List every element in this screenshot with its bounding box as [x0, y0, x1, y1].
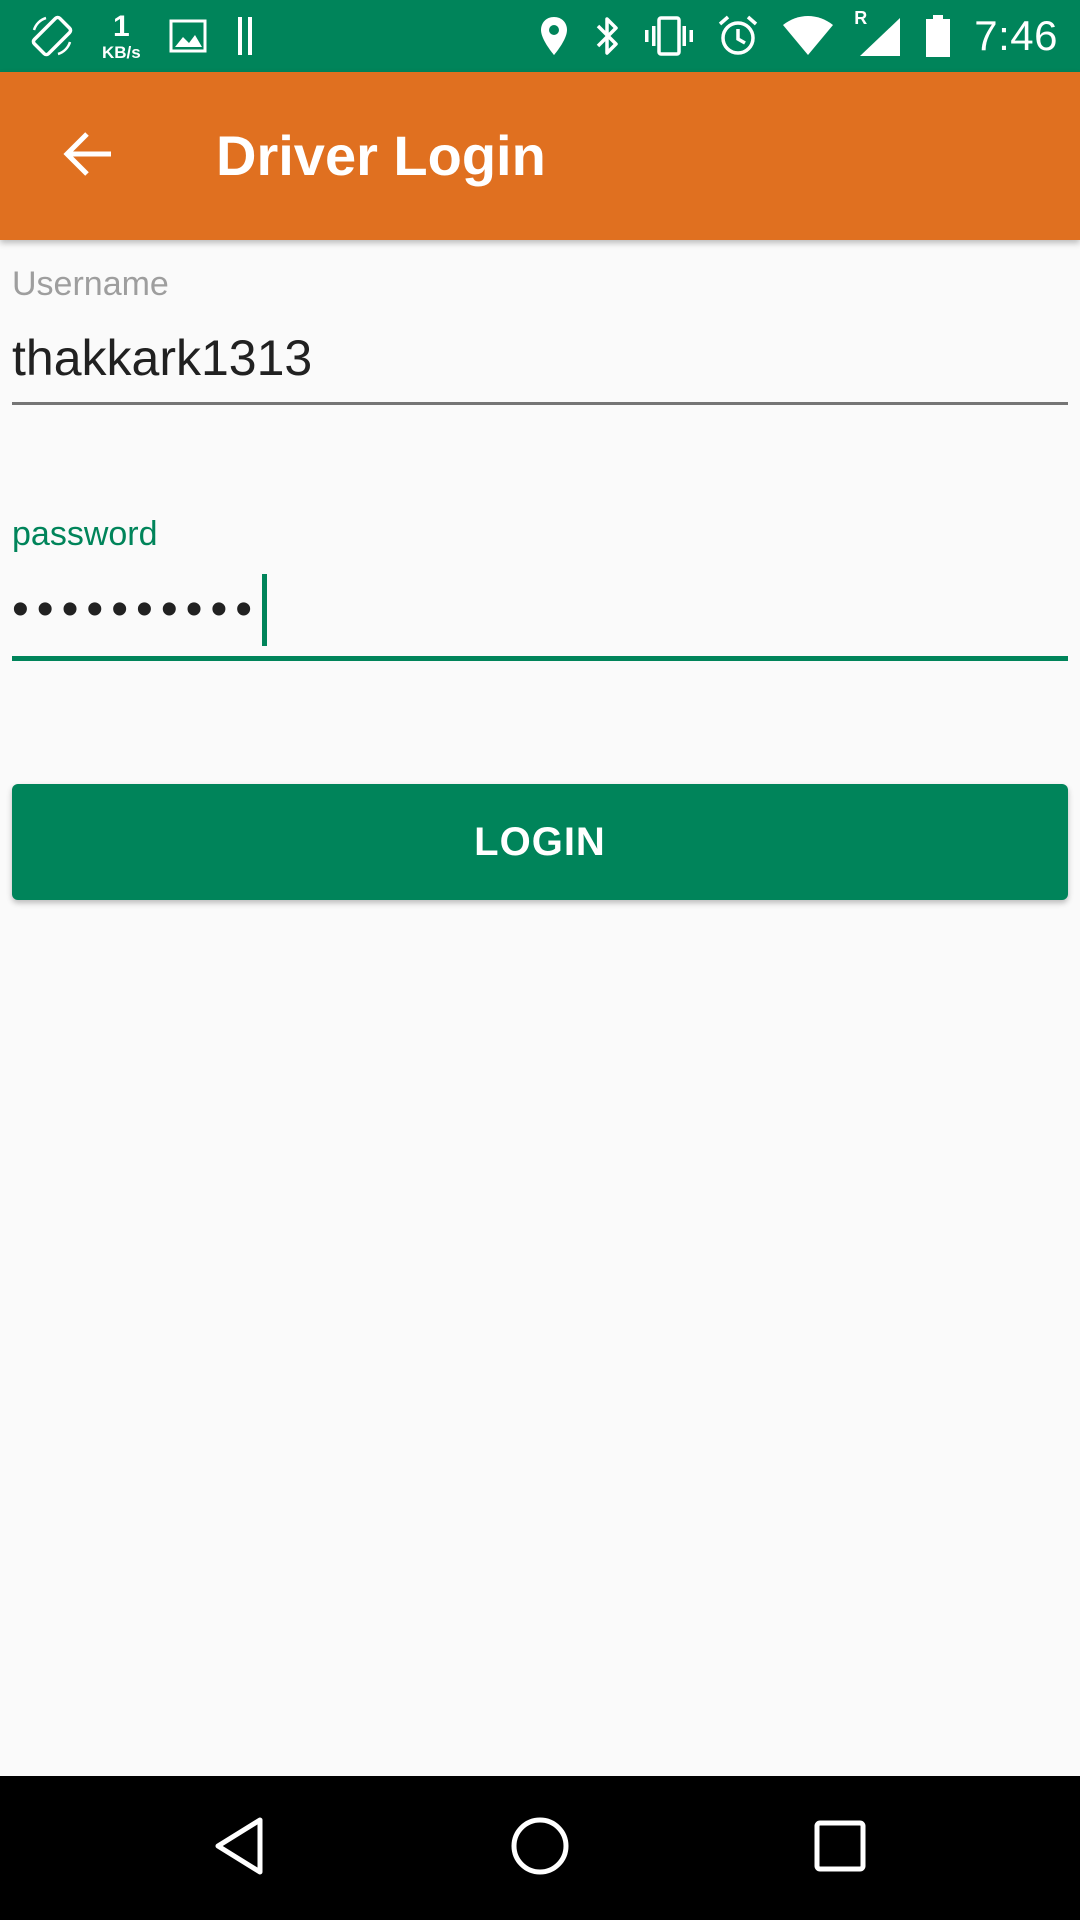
username-field: Username [12, 262, 1068, 405]
image-icon [169, 19, 207, 53]
battery-icon [924, 14, 952, 58]
login-screen: 1 KB/s R 7:46 Driver Login Username thak… [0, 0, 1080, 1920]
network-speed-unit: KB/s [102, 42, 141, 62]
password-masked-value: •••••••••• [12, 583, 261, 636]
wifi-icon [782, 15, 834, 57]
app-bar: Driver Login [0, 72, 1080, 240]
status-bar: 1 KB/s R 7:46 [0, 0, 1080, 72]
navigation-bar [0, 1776, 1080, 1920]
status-bar-right: R 7:46 [538, 0, 1058, 72]
username-input[interactable] [12, 322, 1068, 394]
bluetooth-icon [592, 15, 622, 57]
network-speed-value: 1 [113, 9, 130, 43]
pause-bars-icon [235, 15, 255, 57]
nav-back-button[interactable] [190, 1798, 290, 1898]
home-circle-icon [508, 1814, 572, 1883]
recents-square-icon [812, 1818, 868, 1879]
alarm-icon [716, 14, 760, 58]
login-button[interactable]: LOGIN [12, 784, 1068, 900]
vibrate-icon [644, 15, 694, 57]
network-speed-indicator: 1 KB/s [102, 9, 141, 62]
status-bar-left: 1 KB/s [30, 0, 255, 72]
arrow-back-icon [61, 130, 115, 183]
nav-recents-button[interactable] [790, 1798, 890, 1898]
page-title: Driver Login [216, 124, 546, 187]
screen-rotation-icon [30, 14, 74, 58]
password-input[interactable]: •••••••••• [12, 572, 1068, 648]
nav-home-button[interactable] [490, 1798, 590, 1898]
text-caret [262, 574, 268, 646]
username-underline [12, 402, 1068, 405]
clock: 7:46 [974, 12, 1058, 59]
back-button[interactable] [40, 108, 136, 204]
back-triangle-icon [210, 1814, 270, 1883]
username-label: Username [12, 265, 169, 303]
password-label: password [12, 515, 158, 553]
location-icon [538, 15, 570, 57]
password-underline [12, 656, 1068, 661]
password-field: password •••••••••• [12, 512, 1068, 661]
roaming-indicator: R [854, 8, 868, 28]
signal-icon: R [854, 8, 902, 58]
